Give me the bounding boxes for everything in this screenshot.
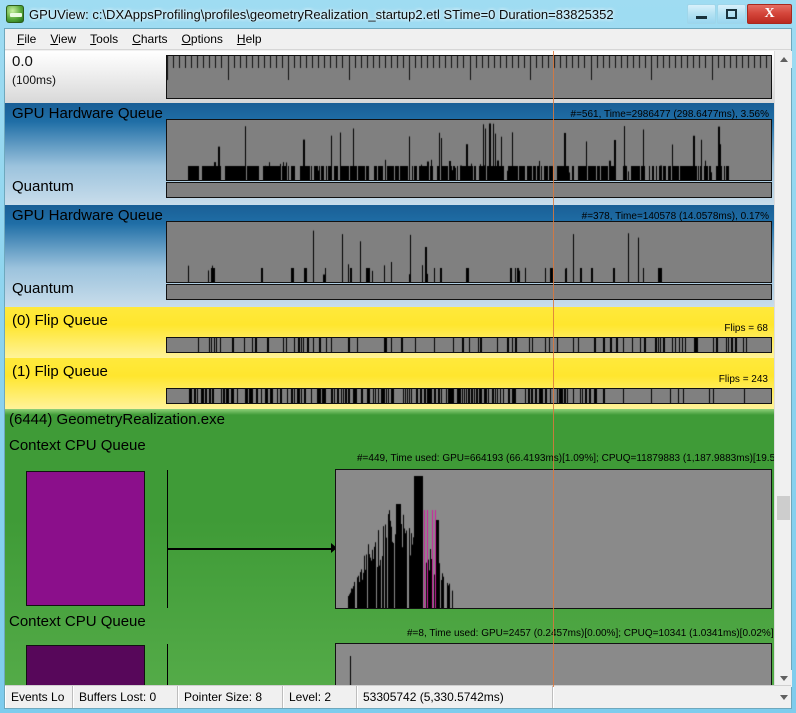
menu-options[interactable]: Options (175, 30, 230, 48)
gpu-hardware-queue-1-quantum-track[interactable] (166, 284, 772, 300)
process-row: (6444) GeometryRealization.exe Context C… (5, 409, 774, 687)
menu-charts-mnemonic: C (132, 32, 141, 46)
gpu-hardware-queue-1-packets (167, 222, 771, 282)
caret-up-icon (779, 57, 788, 62)
context-cpu-queue-0-packet-block[interactable] (26, 471, 145, 606)
scrollbar-thumb[interactable] (777, 496, 790, 520)
flip-queue-0-stat: Flips = 68 (724, 323, 768, 334)
status-level: Level: 2 (283, 686, 357, 708)
context-cpu-queue-0-packets (336, 470, 771, 608)
gpu-hardware-queue-0-track[interactable] (166, 119, 772, 181)
context-cpu-queue-1-divider (167, 644, 168, 687)
context-cpu-queue-1-title: Context CPU Queue (9, 613, 146, 630)
gpu-hardware-queue-1-title: GPU Hardware Queue (12, 207, 163, 224)
timeline-ruler-row: 0.0 (100ms) (5, 51, 774, 103)
menu-options-mnemonic: O (181, 32, 191, 46)
client-area: File View Tools Charts Options Help 0.0 … (4, 28, 792, 709)
status-bar: Events Lo Buffers Lost: 0 Pointer Size: … (5, 685, 791, 708)
window-controls: X (687, 4, 792, 24)
flip-queue-1-packets (167, 389, 771, 403)
menu-file-label: ile (24, 32, 37, 46)
minimize-icon (696, 15, 707, 19)
ruler-track[interactable] (166, 55, 772, 99)
gpu-hardware-queue-0-title: GPU Hardware Queue (12, 105, 163, 122)
context-cpu-queue-1-stat: #=8, Time used: GPU=2457 (0.2457ms)[0.00… (407, 628, 774, 639)
status-pointer-size: Pointer Size: 8 (178, 686, 283, 708)
menu-view-label: iew (58, 32, 77, 46)
gpuview-window: GPUView: c:\DXAppsProfiling\profiles\geo… (0, 0, 796, 713)
flip-queue-1-track[interactable] (166, 388, 772, 404)
context-cpu-queue-1-packets (336, 644, 771, 687)
menu-charts-label: harts (140, 32, 168, 46)
ruler-start-label: 0.0 (12, 53, 33, 70)
menu-help-mnemonic: H (236, 32, 246, 46)
menu-tools-label: ools (96, 32, 119, 46)
gpu-hardware-queue-0-quantum-label: Quantum (12, 178, 74, 195)
context-cpu-queue-0-title: Context CPU Queue (9, 437, 146, 454)
gpu-hardware-queue-0-row: GPU Hardware Queue #=561, Time=2986477 (… (5, 103, 774, 205)
title-bar: GPUView: c:\DXAppsProfiling\profiles\geo… (0, 0, 796, 28)
flip-queue-1-stat: Flips = 243 (718, 374, 768, 385)
context-cpu-queue-1-packet-block[interactable] (26, 645, 145, 687)
menu-help-label: elp (245, 32, 262, 46)
menu-charts[interactable]: Charts (125, 30, 174, 48)
menu-help[interactable]: Help (230, 30, 269, 48)
status-dropdown-button[interactable] (776, 686, 791, 708)
flip-queue-0-title: (0) Flip Queue (12, 312, 108, 329)
close-icon: X (764, 6, 775, 21)
menu-tools[interactable]: Tools (83, 30, 125, 48)
flip-queue-0-row: (0) Flip Queue Flips = 68 (5, 307, 774, 358)
minimize-button[interactable] (687, 4, 716, 24)
maximize-button[interactable] (717, 4, 746, 24)
gpu-hardware-queue-1-track[interactable] (166, 221, 772, 283)
context-cpu-queue-0-stat: #=449, Time used: GPU=664193 (66.4193ms)… (357, 453, 774, 464)
gpu-hardware-queue-0-quantum-track[interactable] (166, 182, 772, 198)
flip-queue-0-packets (167, 338, 771, 352)
close-button[interactable]: X (747, 4, 792, 24)
flip-queue-1-row: (1) Flip Queue Flips = 243 (5, 358, 774, 409)
gpu-hardware-queue-1-quantum-label: Quantum (12, 280, 74, 297)
window-title: GPUView: c:\DXAppsProfiling\profiles\geo… (29, 6, 614, 22)
process-title: (6444) GeometryRealization.exe (9, 411, 225, 428)
gpu-hardware-queue-1-row: GPU Hardware Queue #=378, Time=140578 (1… (5, 205, 774, 307)
maximize-icon (726, 9, 737, 19)
flip-queue-1-title: (1) Flip Queue (12, 363, 108, 380)
menu-view-mnemonic: V (50, 32, 59, 46)
context-cpu-queue-1-track[interactable] (335, 643, 772, 687)
status-extra (553, 686, 776, 708)
app-icon (6, 5, 24, 23)
ruler-ticks (167, 56, 771, 98)
status-cursor-time: 53305742 (5,330.5742ms) (357, 686, 553, 708)
flip-queue-0-track[interactable] (166, 337, 772, 353)
menu-file[interactable]: File (10, 30, 43, 48)
caret-down-icon (779, 676, 788, 681)
context-cpu-queue-0-divider (167, 470, 168, 608)
timeline-canvas-area: 0.0 (100ms) GPU Hardware Queue #=561, Ti… (5, 51, 792, 687)
ruler-unit-label: (100ms) (12, 73, 57, 87)
status-events-lost: Events Lo (5, 686, 73, 708)
vertical-scrollbar[interactable] (774, 51, 792, 687)
menu-options-label: ptions (190, 32, 223, 46)
context-cpu-queue-0-track[interactable] (335, 469, 772, 609)
context-cpu-queue-0-link-line (167, 548, 333, 550)
timeline-canvas[interactable]: 0.0 (100ms) GPU Hardware Queue #=561, Ti… (5, 51, 774, 687)
menu-view[interactable]: View (43, 30, 83, 48)
scroll-up-button[interactable] (775, 51, 792, 68)
menu-bar: File View Tools Charts Options Help (5, 29, 791, 50)
status-caret-down-icon (779, 694, 788, 700)
status-buffers-lost: Buffers Lost: 0 (73, 686, 178, 708)
gpu-hardware-queue-0-packets (167, 120, 771, 180)
